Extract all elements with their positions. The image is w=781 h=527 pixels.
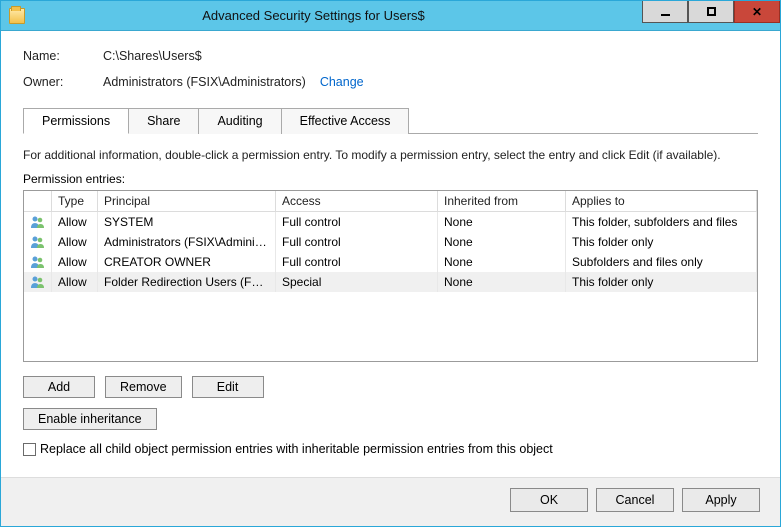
close-button[interactable]: ✕ — [734, 1, 780, 23]
tab-permissions[interactable]: Permissions — [23, 108, 129, 134]
tab-auditing[interactable]: Auditing — [198, 108, 281, 134]
cell-inherited: None — [438, 232, 566, 252]
cell-type: Allow — [52, 212, 98, 232]
entries-label: Permission entries: — [23, 172, 758, 186]
cell-access: Special — [276, 272, 438, 292]
apply-button[interactable]: Apply — [682, 488, 760, 512]
cell-access: Full control — [276, 252, 438, 272]
header-type[interactable]: Type — [52, 191, 98, 211]
owner-row: Owner: Administrators (FSIX\Administrato… — [23, 75, 758, 89]
replace-checkbox-label: Replace all child object permission entr… — [40, 442, 553, 456]
header-access[interactable]: Access — [276, 191, 438, 211]
cell-access: Full control — [276, 212, 438, 232]
header-applies[interactable]: Applies to — [566, 191, 757, 211]
cell-type: Allow — [52, 272, 98, 292]
name-row: Name: C:\Shares\Users$ — [23, 49, 758, 63]
table-row[interactable]: AllowSYSTEMFull controlNoneThis folder, … — [24, 212, 757, 232]
header-icon — [24, 191, 52, 211]
tab-share[interactable]: Share — [128, 108, 199, 134]
cell-inherited: None — [438, 272, 566, 292]
cell-applies: Subfolders and files only — [566, 252, 757, 272]
cell-applies: This folder only — [566, 272, 757, 292]
owner-label: Owner: — [23, 75, 103, 89]
change-owner-link[interactable]: Change — [320, 75, 364, 89]
users-icon — [24, 272, 52, 292]
table-row[interactable]: AllowCREATOR OWNERFull controlNoneSubfol… — [24, 252, 757, 272]
cell-inherited: None — [438, 212, 566, 232]
cell-principal: Folder Redirection Users (FSIX... — [98, 272, 276, 292]
add-button[interactable]: Add — [23, 376, 95, 398]
table-body: AllowSYSTEMFull controlNoneThis folder, … — [24, 212, 757, 292]
tab-bar: Permissions Share Auditing Effective Acc… — [23, 107, 758, 134]
instruction-text: For additional information, double-click… — [23, 148, 758, 162]
replace-checkbox[interactable] — [23, 443, 36, 456]
users-icon — [24, 252, 52, 272]
minimize-icon — [661, 14, 670, 16]
replace-checkbox-row: Replace all child object permission entr… — [23, 442, 758, 456]
minimize-button[interactable] — [642, 1, 688, 23]
inheritance-row: Enable inheritance — [23, 408, 758, 430]
users-icon — [24, 232, 52, 252]
cell-applies: This folder only — [566, 232, 757, 252]
content-area: Name: C:\Shares\Users$ Owner: Administra… — [1, 31, 780, 477]
maximize-icon — [707, 7, 716, 16]
cell-inherited: None — [438, 252, 566, 272]
table-row[interactable]: AllowFolder Redirection Users (FSIX...Sp… — [24, 272, 757, 292]
titlebar[interactable]: Advanced Security Settings for Users$ ✕ — [1, 1, 780, 31]
cell-applies: This folder, subfolders and files — [566, 212, 757, 232]
maximize-button[interactable] — [688, 1, 734, 23]
cell-principal: Administrators (FSIX\Adminis... — [98, 232, 276, 252]
owner-value: Administrators (FSIX\Administrators) — [103, 75, 306, 89]
tab-effective-access[interactable]: Effective Access — [281, 108, 410, 134]
close-icon: ✕ — [752, 6, 762, 18]
cell-principal: SYSTEM — [98, 212, 276, 232]
remove-button[interactable]: Remove — [105, 376, 182, 398]
edit-button[interactable]: Edit — [192, 376, 264, 398]
permissions-table: Type Principal Access Inherited from App… — [23, 190, 758, 362]
cell-principal: CREATOR OWNER — [98, 252, 276, 272]
cell-type: Allow — [52, 252, 98, 272]
ok-button[interactable]: OK — [510, 488, 588, 512]
users-icon — [24, 212, 52, 232]
cancel-button[interactable]: Cancel — [596, 488, 674, 512]
table-row[interactable]: AllowAdministrators (FSIX\Adminis...Full… — [24, 232, 757, 252]
window-controls: ✕ — [642, 1, 780, 30]
header-principal[interactable]: Principal — [98, 191, 276, 211]
header-inherited[interactable]: Inherited from — [438, 191, 566, 211]
table-header: Type Principal Access Inherited from App… — [24, 191, 757, 212]
enable-inheritance-button[interactable]: Enable inheritance — [23, 408, 157, 430]
action-buttons: Add Remove Edit — [23, 376, 758, 398]
folder-icon — [9, 8, 25, 24]
name-value: C:\Shares\Users$ — [103, 49, 202, 63]
cell-access: Full control — [276, 232, 438, 252]
window-frame: Advanced Security Settings for Users$ ✕ … — [0, 0, 781, 527]
name-label: Name: — [23, 49, 103, 63]
window-title: Advanced Security Settings for Users$ — [0, 8, 642, 23]
dialog-footer: OK Cancel Apply — [1, 477, 780, 526]
cell-type: Allow — [52, 232, 98, 252]
